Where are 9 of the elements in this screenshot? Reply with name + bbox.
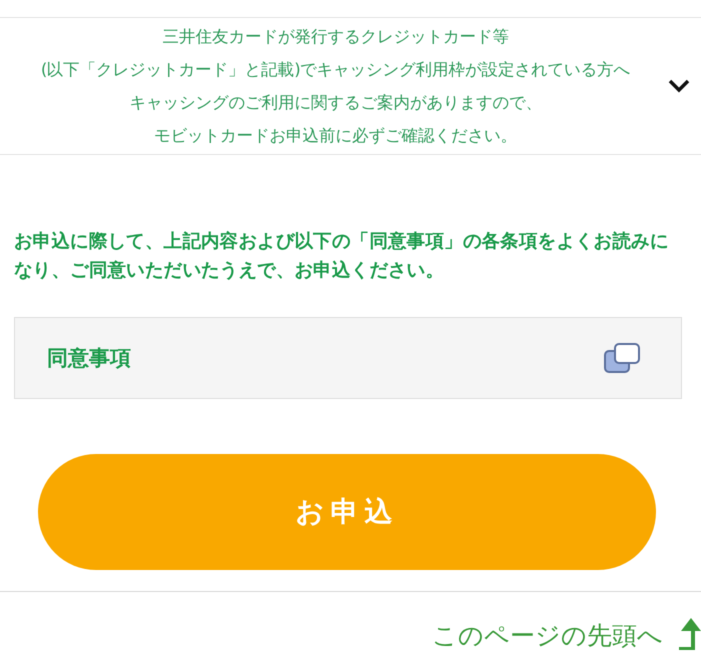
window-icon <box>603 342 641 374</box>
apply-button[interactable]: お申込 <box>38 454 656 570</box>
page-top-link[interactable]: このページの先頭へ <box>432 619 663 652</box>
instruction-text: お申込に際して、上記内容および以下の「同意事項」の各条項をよくお読みになり、ご同意いただいたうえで、お申込ください。 <box>14 230 670 283</box>
arrow-up-icon[interactable] <box>677 618 701 652</box>
agreement-panel[interactable]: 同意事項 <box>14 317 682 399</box>
notice-text: 三井住友カードが発行するクレジットカード等 (以下「クレジットカード」と記載)でキャッシング利用枠が設定されている方へ キャッシングのご利用に関するご案内がありますので、 モビットカードお申込前に必ずご確認ください。 <box>40 26 632 147</box>
agreement-title: 同意事項 <box>47 345 131 372</box>
chevron-down-icon[interactable] <box>668 79 690 93</box>
